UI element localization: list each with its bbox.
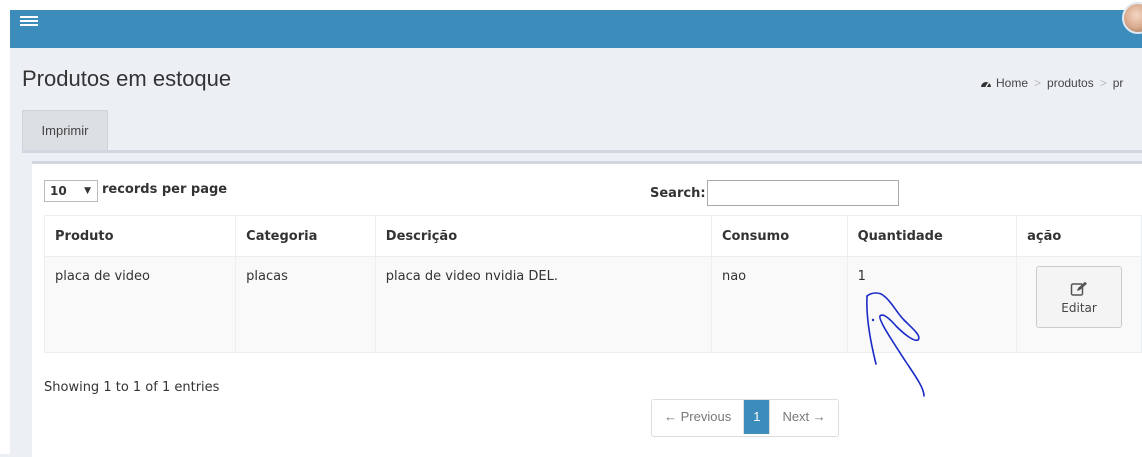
records-per-page-label: records per page (102, 182, 228, 197)
tab-bar: Imprimir (22, 110, 1142, 153)
column-header-descricao[interactable]: Descrição (374, 215, 712, 257)
table-info: Showing 1 to 1 of 1 entries (44, 380, 220, 395)
column-header-produto[interactable]: Produto (43, 215, 237, 257)
cell-produto: placa de video (43, 256, 237, 353)
column-header-categoria[interactable]: Categoria (235, 215, 376, 257)
hamburger-menu-icon[interactable] (20, 14, 38, 30)
breadcrumb-produtos-link[interactable]: produtos (1047, 76, 1094, 90)
table-row: placa de video placas placa de video nvi… (43, 256, 1142, 353)
column-header-quantidade[interactable]: Quantidade (846, 215, 1018, 257)
top-margin (0, 0, 1142, 10)
search-label: Search: (650, 186, 706, 201)
table-header-row: Produto Categoria Descrição Consumo Quan… (43, 215, 1142, 257)
tab-imprimir[interactable]: Imprimir (22, 110, 108, 150)
edit-icon (1070, 281, 1088, 296)
cell-consumo: nao (710, 256, 848, 353)
breadcrumb-current: pr (1112, 76, 1124, 90)
edit-button[interactable]: Editar (1036, 266, 1123, 328)
pagination: ← Previous 1 Next → (651, 399, 839, 437)
column-header-consumo[interactable]: Consumo (710, 215, 848, 257)
breadcrumb-separator: > (1099, 76, 1107, 90)
breadcrumb: Home > produtos > pr (980, 76, 1123, 90)
cell-categoria: placas (235, 256, 376, 353)
breadcrumb-separator: > (1034, 76, 1042, 90)
products-panel: 10 ▼ records per page Search: Produto Ca… (32, 161, 1142, 457)
dashboard-icon (981, 82, 991, 88)
search-input[interactable] (707, 180, 899, 206)
dropdown-arrow-icon: ▼ (84, 186, 91, 196)
edit-button-label: Editar (1061, 301, 1097, 315)
left-margin (0, 0, 10, 454)
breadcrumb-home-link[interactable]: Home (996, 76, 1028, 90)
page-length-value: 10 (50, 184, 67, 198)
products-table: Produto Categoria Descrição Consumo Quan… (43, 215, 1142, 353)
cell-quantidade: 1 (846, 256, 1018, 353)
pagination-next-button[interactable]: Next → (769, 400, 838, 434)
pagination-page-1[interactable]: 1 (744, 400, 770, 434)
cell-descricao: placa de video nvidia DEL. (374, 256, 712, 353)
column-header-acao[interactable]: ação (1016, 215, 1142, 257)
page-title: Produtos em estoque (22, 66, 232, 91)
user-avatar[interactable] (1122, 2, 1142, 34)
top-navbar (10, 2, 1142, 48)
pagination-previous-button[interactable]: ← Previous (652, 400, 745, 434)
page-length-select[interactable]: 10 ▼ (44, 180, 98, 202)
cell-acao: Editar (1016, 256, 1142, 353)
